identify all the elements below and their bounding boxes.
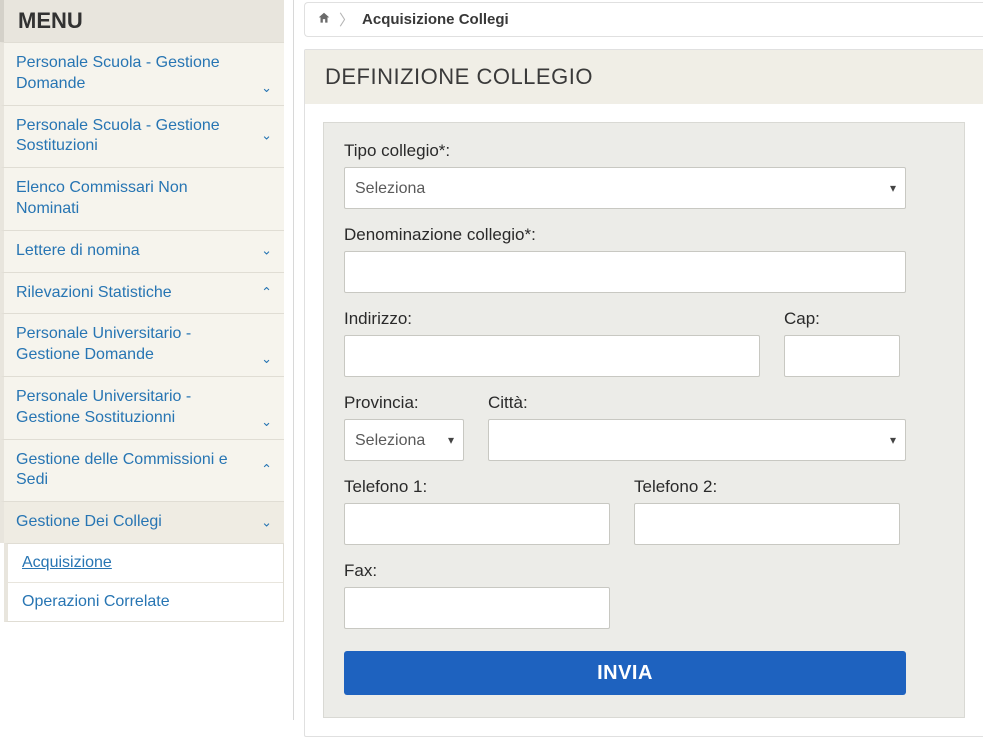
menu-item-label: Elenco Commissari Non Nominati xyxy=(16,179,188,217)
select-citta[interactable] xyxy=(488,419,906,461)
select-provincia[interactable]: Seleziona xyxy=(344,419,464,461)
field-indirizzo: Indirizzo: xyxy=(344,309,760,377)
menu-item-label: Rilevazioni Statistiche xyxy=(16,284,172,301)
field-fax: Fax: xyxy=(344,561,610,629)
divider xyxy=(284,0,304,720)
label-citta: Città: xyxy=(488,393,906,413)
menu-item-label: Lettere di nomina xyxy=(16,242,140,259)
chevron-up-icon: ⌃ xyxy=(261,462,272,479)
menu-link[interactable]: Lettere di nomina ⌄ xyxy=(4,231,284,272)
field-telefono2: Telefono 2: xyxy=(634,477,900,545)
menu-link[interactable]: Personale Universitario - Gestione Doman… xyxy=(4,314,284,376)
chevron-down-icon: ⌄ xyxy=(261,128,272,145)
home-icon[interactable] xyxy=(317,11,331,28)
menu-title: MENU xyxy=(0,0,284,42)
label-cap: Cap: xyxy=(784,309,900,329)
menu-link[interactable]: Personale Scuola - Gestione Sostituzioni… xyxy=(4,106,284,168)
menu-link[interactable]: Rilevazioni Statistiche ⌃ xyxy=(4,273,284,314)
menu-item-elenco-commissari[interactable]: Elenco Commissari Non Nominati xyxy=(0,167,284,230)
input-fax[interactable] xyxy=(344,587,610,629)
chevron-down-icon: ⌄ xyxy=(261,243,272,260)
input-telefono2[interactable] xyxy=(634,503,900,545)
panel: DEFINIZIONE COLLEGIO Tipo collegio*: Sel… xyxy=(304,49,983,737)
main-content: 〉 Acquisizione Collegi DEFINIZIONE COLLE… xyxy=(304,0,983,720)
submit-button[interactable]: INVIA xyxy=(344,651,906,695)
menu-item-personale-univ-sostituzioni[interactable]: Personale Universitario - Gestione Sosti… xyxy=(0,376,284,439)
field-provincia: Provincia: Seleziona xyxy=(344,393,464,461)
label-provincia: Provincia: xyxy=(344,393,464,413)
menu-item-label: Personale Universitario - Gestione Sosti… xyxy=(16,388,191,426)
input-telefono1[interactable] xyxy=(344,503,610,545)
submenu-link[interactable]: Acquisizione xyxy=(8,544,283,582)
label-tipo-collegio: Tipo collegio*: xyxy=(344,141,906,161)
menu-item-lettere-nomina[interactable]: Lettere di nomina ⌄ xyxy=(0,230,284,272)
label-fax: Fax: xyxy=(344,561,610,581)
label-telefono2: Telefono 2: xyxy=(634,477,900,497)
menu-link[interactable]: Gestione Dei Collegi ⌄ xyxy=(4,502,284,543)
chevron-down-icon: ⌄ xyxy=(261,514,272,531)
chevron-down-icon: ⌄ xyxy=(261,351,272,368)
label-indirizzo: Indirizzo: xyxy=(344,309,760,329)
menu-list: Personale Scuola - Gestione Domande ⌄ Pe… xyxy=(0,42,284,543)
breadcrumb: 〉 Acquisizione Collegi xyxy=(304,2,983,37)
menu-item-personale-scuola-domande[interactable]: Personale Scuola - Gestione Domande ⌄ xyxy=(0,42,284,105)
chevron-down-icon: ⌄ xyxy=(261,80,272,97)
menu-link[interactable]: Personale Universitario - Gestione Sosti… xyxy=(4,377,284,439)
submenu-gestione-collegi: Acquisizione Operazioni Correlate xyxy=(4,543,284,622)
chevron-down-icon: ⌄ xyxy=(261,414,272,431)
field-cap: Cap: xyxy=(784,309,900,377)
menu-link[interactable]: Personale Scuola - Gestione Domande ⌄ xyxy=(4,43,284,105)
select-tipo-collegio[interactable]: Seleziona xyxy=(344,167,906,209)
field-denominazione: Denominazione collegio*: xyxy=(344,225,906,293)
input-indirizzo[interactable] xyxy=(344,335,760,377)
input-denominazione[interactable] xyxy=(344,251,906,293)
chevron-up-icon: ⌃ xyxy=(261,285,272,302)
menu-item-label: Personale Scuola - Gestione Domande xyxy=(16,54,220,92)
breadcrumb-separator: 〉 xyxy=(339,9,354,30)
menu-item-gestione-commissioni[interactable]: Gestione delle Commissioni e Sedi ⌃ xyxy=(0,439,284,502)
field-telefono1: Telefono 1: xyxy=(344,477,610,545)
label-denominazione: Denominazione collegio*: xyxy=(344,225,906,245)
form: Tipo collegio*: Seleziona Denominazione … xyxy=(323,122,965,718)
menu-item-label: Personale Scuola - Gestione Sostituzioni xyxy=(16,117,220,155)
field-tipo-collegio: Tipo collegio*: Seleziona xyxy=(344,141,906,209)
menu-item-label: Personale Universitario - Gestione Doman… xyxy=(16,325,191,363)
menu-item-label: Gestione Dei Collegi xyxy=(16,513,162,530)
panel-title: DEFINIZIONE COLLEGIO xyxy=(305,50,983,104)
menu-item-personale-scuola-sostituzioni[interactable]: Personale Scuola - Gestione Sostituzioni… xyxy=(0,105,284,168)
breadcrumb-current: Acquisizione Collegi xyxy=(362,11,509,28)
label-telefono1: Telefono 1: xyxy=(344,477,610,497)
menu-link[interactable]: Gestione delle Commissioni e Sedi ⌃ xyxy=(4,440,284,502)
sidebar: MENU Personale Scuola - Gestione Domande… xyxy=(0,0,284,720)
submenu-item-operazioni-correlate[interactable]: Operazioni Correlate xyxy=(8,582,283,621)
menu-item-gestione-collegi[interactable]: Gestione Dei Collegi ⌄ xyxy=(0,501,284,543)
submenu-link[interactable]: Operazioni Correlate xyxy=(8,583,283,621)
field-citta: Città: xyxy=(488,393,906,461)
input-cap[interactable] xyxy=(784,335,900,377)
submenu-item-acquisizione[interactable]: Acquisizione xyxy=(8,544,283,582)
menu-item-label: Gestione delle Commissioni e Sedi xyxy=(16,451,228,489)
menu-item-rilevazioni-statistiche[interactable]: Rilevazioni Statistiche ⌃ xyxy=(0,272,284,314)
menu-link[interactable]: Elenco Commissari Non Nominati xyxy=(4,168,284,230)
menu-item-personale-univ-domande[interactable]: Personale Universitario - Gestione Doman… xyxy=(0,313,284,376)
